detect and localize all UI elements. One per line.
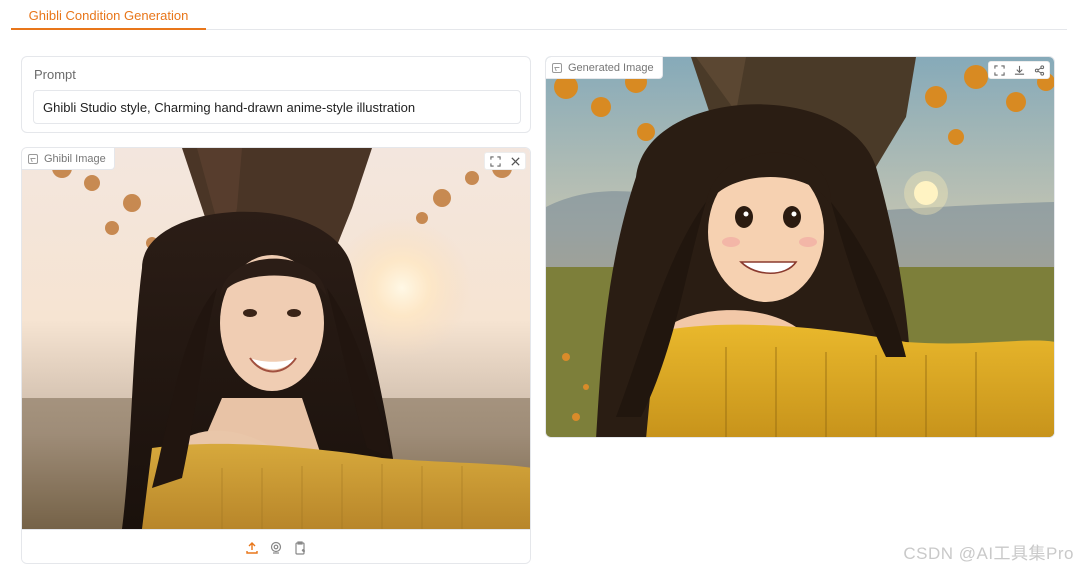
generated-image-label-text: Generated Image — [568, 61, 654, 74]
input-image-label-text: Ghibil Image — [44, 152, 106, 165]
app-root: Ghibli Condition Generation Prompt Ghibi… — [0, 0, 1080, 570]
input-image-label: Ghibil Image — [22, 148, 115, 170]
upload-icon[interactable] — [245, 541, 259, 555]
download-icon[interactable] — [1009, 62, 1029, 78]
generated-illustration — [546, 57, 1054, 437]
generated-image-toolbar — [988, 61, 1050, 79]
webcam-icon[interactable] — [269, 541, 283, 555]
watermark-text: CSDN @AI工具集Pro — [903, 544, 1074, 563]
prompt-input[interactable] — [33, 90, 521, 124]
prompt-label: Prompt — [34, 67, 76, 82]
clipboard-icon[interactable] — [293, 540, 307, 555]
input-photo — [22, 148, 530, 529]
tab-bar: Ghibli Condition Generation — [11, 0, 1067, 30]
close-icon[interactable] — [505, 153, 525, 169]
generated-image-panel: Generated Image — [545, 56, 1055, 438]
tab-ghibli-condition-generation[interactable]: Ghibli Condition Generation — [11, 0, 206, 30]
fullscreen-icon[interactable] — [989, 62, 1009, 78]
generated-image-label: Generated Image — [546, 57, 663, 79]
prompt-block: Prompt — [21, 56, 531, 133]
share-icon[interactable] — [1029, 62, 1049, 78]
fullscreen-icon[interactable] — [485, 153, 505, 169]
input-image-panel: Ghibil Image — [21, 147, 531, 564]
input-image-actions — [22, 529, 530, 563]
image-icon — [552, 62, 562, 73]
input-image-toolbar — [484, 152, 526, 170]
image-icon — [28, 153, 38, 164]
